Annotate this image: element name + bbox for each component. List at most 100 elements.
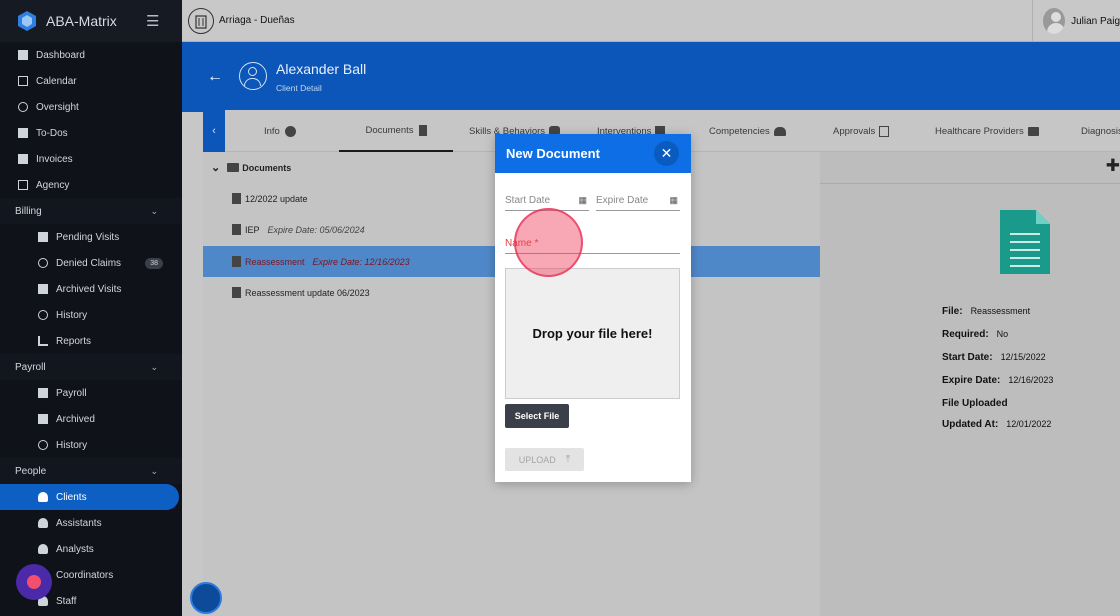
tab-diagnosis[interactable]: Diagnosis xyxy=(1081,110,1120,152)
chevron-down-icon: ⌄ xyxy=(150,465,158,476)
tab-documents[interactable]: Documents xyxy=(339,110,453,152)
detail-toolbar: ✚ xyxy=(820,152,1120,184)
people-icon xyxy=(38,518,48,528)
detail-start-date: Start Date: 12/15/2022 xyxy=(942,352,1046,363)
avatar xyxy=(1043,8,1066,34)
tab-approvals[interactable]: Approvals xyxy=(833,110,890,152)
loading-spinner-icon xyxy=(190,582,222,614)
denied-icon xyxy=(38,258,48,268)
detail-file-uploaded[interactable]: File Uploaded xyxy=(942,398,1008,409)
dashboard-icon xyxy=(18,50,28,60)
tab-healthcare-providers[interactable]: Healthcare Providers xyxy=(935,110,1039,152)
sidebar-item-assistants[interactable]: Assistants xyxy=(0,510,182,536)
person-icon xyxy=(239,62,267,90)
eye-icon xyxy=(18,102,28,112)
org-name[interactable]: Arriaga - Dueñas xyxy=(219,15,295,26)
building-icon xyxy=(195,14,207,29)
sidebar-item-dashboard[interactable]: Dashboard xyxy=(0,42,182,68)
file-dropzone[interactable]: Drop your file here! xyxy=(505,268,680,399)
close-icon[interactable]: ✕ xyxy=(654,141,679,166)
reports-icon xyxy=(38,336,48,346)
sidebar-item-calendar[interactable]: Calendar xyxy=(0,68,182,94)
detail-expire-date: Expire Date: 12/16/2023 xyxy=(942,375,1054,386)
chevron-down-icon: ⌄ xyxy=(150,361,158,372)
people-icon xyxy=(38,544,48,554)
sidebar-item-todos[interactable]: To-Dos xyxy=(0,120,182,146)
calendar-icon xyxy=(18,76,28,86)
sidebar-section-people[interactable]: People ⌄ xyxy=(0,458,182,484)
sidebar-item-pending-visits[interactable]: Pending Visits xyxy=(0,224,182,250)
approval-icon xyxy=(879,125,890,137)
sidebar-section-billing[interactable]: Billing ⌄ xyxy=(0,198,182,224)
chevron-down-icon: ⌄ xyxy=(150,205,158,216)
invoice-icon xyxy=(18,154,28,164)
app-logo-icon xyxy=(18,11,36,31)
history-icon xyxy=(38,440,48,450)
document-detail-panel: ✚ File: Reassessment Required: No Start Da… xyxy=(820,152,1120,616)
sidebar: ABA-Matrix ☰ Dashboard Calendar Oversigh… xyxy=(0,0,182,616)
sidebar-item-analysts[interactable]: Analysts xyxy=(0,536,182,562)
detail-required: Required: No xyxy=(942,329,1009,340)
briefcase-icon xyxy=(1027,126,1039,136)
dialog-header: New Document ✕ xyxy=(495,134,691,173)
document-icon xyxy=(232,287,241,298)
sidebar-section-payroll[interactable]: Payroll ⌄ xyxy=(0,354,182,380)
client-subtitle: Client Detail xyxy=(276,83,322,93)
chevron-down-icon[interactable]: ⌄ xyxy=(211,161,220,174)
sidebar-item-payroll-archived[interactable]: Archived xyxy=(0,406,182,432)
document-icon xyxy=(232,224,241,235)
sidebar-item-payroll-history[interactable]: History xyxy=(0,432,182,458)
sidebar-item-agency[interactable]: Agency xyxy=(0,172,182,198)
user-name: Julian Paig xyxy=(1071,15,1120,27)
tab-competencies[interactable]: Competencies xyxy=(709,110,786,152)
touch-indicator xyxy=(514,208,583,277)
folder-open-icon xyxy=(227,163,240,172)
person-icon xyxy=(284,125,296,137)
dialog-title: New Document xyxy=(506,146,600,161)
record-icon xyxy=(27,575,41,589)
document-icon xyxy=(1000,210,1050,274)
user-menu[interactable]: Julian Paig xyxy=(1032,0,1120,42)
upload-button[interactable]: UPLOAD ⤒ xyxy=(505,448,584,471)
org-logo-icon xyxy=(188,7,214,34)
chevron-left-icon[interactable]: ‹ xyxy=(203,110,225,152)
count-badge: 38 xyxy=(145,257,163,269)
recorder-button[interactable] xyxy=(16,564,52,600)
person-icon xyxy=(38,492,48,502)
tab-info[interactable]: Info xyxy=(264,110,296,152)
new-document-dialog: New Document ✕ Start Date ▦ Expire Date ▦ … xyxy=(495,134,691,482)
sidebar-item-clients[interactable]: Clients xyxy=(0,484,179,510)
sidebar-item-invoices[interactable]: Invoices xyxy=(0,146,182,172)
back-arrow-icon[interactable]: ← xyxy=(207,68,223,86)
history-icon xyxy=(38,310,48,320)
calendar-icon[interactable]: ▦ xyxy=(669,195,678,206)
brand: ABA-Matrix ☰ xyxy=(0,0,182,42)
document-icon xyxy=(232,193,241,204)
sidebar-item-reports[interactable]: Reports xyxy=(0,328,182,354)
sidebar-item-denied-claims[interactable]: Denied Claims 38 xyxy=(0,250,182,276)
add-icon[interactable]: ✚ xyxy=(1106,156,1120,176)
sidebar-item-payroll[interactable]: Payroll xyxy=(0,380,182,406)
building-icon xyxy=(18,180,28,190)
archive-icon xyxy=(38,284,48,294)
pending-icon xyxy=(38,232,48,242)
client-name: Alexander Ball xyxy=(276,61,367,77)
detail-file: File: Reassessment xyxy=(942,306,1031,317)
sidebar-item-oversight[interactable]: Oversight xyxy=(0,94,182,120)
payroll-icon xyxy=(38,388,48,398)
document-icon xyxy=(418,124,427,136)
app-name: ABA-Matrix xyxy=(46,13,117,29)
expire-date-field[interactable]: Expire Date ▦ xyxy=(596,195,680,211)
select-file-button[interactable]: Select File xyxy=(505,404,569,428)
client-header: ← Alexander Ball Client Detail xyxy=(182,42,1120,112)
archive-icon xyxy=(38,414,48,424)
sidebar-item-billing-history[interactable]: History xyxy=(0,302,182,328)
document-icon xyxy=(232,256,241,267)
people-icon xyxy=(773,126,786,136)
top-bar: Arriaga - Dueñas Julian Paig xyxy=(182,0,1120,42)
detail-updated-at: Updated At: 12/01/2022 xyxy=(942,419,1052,430)
menu-icon[interactable]: ☰ xyxy=(146,12,166,30)
sidebar-item-archived-visits[interactable]: Archived Visits xyxy=(0,276,182,302)
upload-icon: ⤒ xyxy=(565,454,571,465)
calendar-icon[interactable]: ▦ xyxy=(578,195,587,206)
